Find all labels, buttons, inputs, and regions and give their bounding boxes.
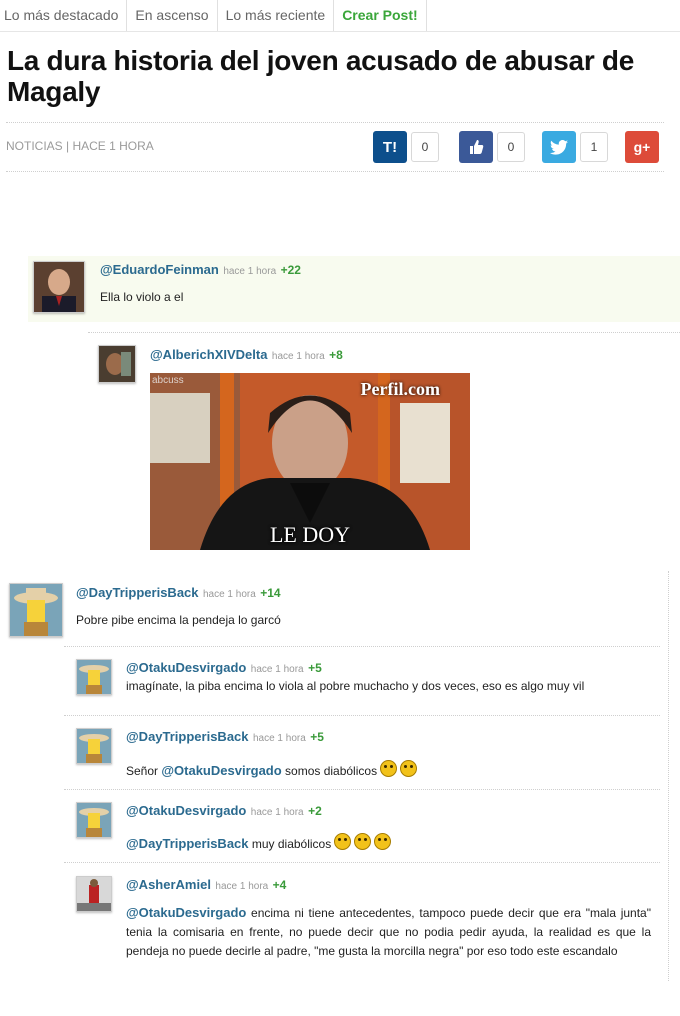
comment-text: Señor @OtakuDesvirgado somos diabólicos [126,760,418,781]
mention-link[interactable]: @OtakuDesvirgado [126,905,246,920]
timestamp: hace 1 hora [215,881,269,892]
tab-crear-post[interactable]: Crear Post! [334,0,427,31]
comment-header: @AlberichXIVDelta hace 1 hora +8 [150,346,343,364]
avatar[interactable] [9,583,63,637]
devil-emoji-icon [380,760,398,777]
like-share[interactable]: 0 [459,130,525,164]
timestamp: hace 1 hora [252,733,306,744]
avatar[interactable] [76,728,112,764]
avatar[interactable] [33,261,85,313]
taringa-icon: T! [373,131,407,163]
timestamp: hace 1 hora [202,589,256,600]
divider [64,646,660,647]
devil-emoji-icon [334,833,352,850]
comment-text: imagínate, la piba encima lo viola al po… [126,679,585,693]
comment-header: @OtakuDesvirgado hace 1 hora +2 [126,802,322,820]
username-link[interactable]: @AlberichXIVDelta [150,347,267,362]
score: +14 [260,586,281,600]
timestamp: hace 1 hora [271,351,325,362]
score: +5 [308,661,322,675]
divider [88,332,680,333]
taringa-share[interactable]: T! 0 [373,130,439,164]
username-link[interactable]: @OtakuDesvirgado [126,660,246,675]
google-plus-share[interactable]: g+ [625,130,659,164]
devil-emoji-icon [374,833,392,850]
text-body: muy diabólicos [248,837,332,851]
twitter-share[interactable]: 1 [542,130,608,164]
timestamp: hace 1 hora [223,266,277,277]
tab-en-ascenso[interactable]: En ascenso [127,0,218,31]
mention-link[interactable]: @OtakuDesvirgado [161,763,281,778]
twitter-icon [542,131,576,163]
divider [64,789,660,790]
post-title: La dura historia del joven acusado de ab… [7,45,634,107]
top-tabs: Lo más destacado En ascenso Lo más recie… [0,0,680,32]
score: +2 [308,804,322,818]
comment-header: @DayTripperisBack hace 1 hora +14 [76,584,281,602]
devil-emoji-icon [354,833,372,850]
divider [64,862,660,863]
username-link[interactable]: @AsherAmiel [126,877,211,892]
timestamp: hace 1 hora [250,664,304,675]
image-corner-text: abcuss [152,375,184,386]
tab-reciente[interactable]: Lo más reciente [218,0,335,31]
thumbs-up-icon [459,131,493,163]
comment-text: @OtakuDesvirgado encima ni tiene anteced… [126,903,651,961]
comment-text: Ella lo violo a el [100,290,184,304]
share-count: 1 [580,132,608,162]
divider [6,171,664,172]
username-link[interactable]: @EduardoFeinman [100,262,219,277]
tab-destacado[interactable]: Lo más destacado [0,0,128,31]
image-watermark: Perfil.com [360,379,440,399]
image-caption: LE DOY [269,522,351,547]
text-prefix: Señor [126,764,162,778]
divider [668,571,669,981]
score: +5 [310,730,324,744]
avatar[interactable] [98,345,136,383]
avatar[interactable] [76,802,112,838]
share-count: 0 [411,132,439,162]
share-count: 0 [497,132,525,162]
comment-header: @AsherAmiel hace 1 hora +4 [126,876,286,894]
divider [64,715,660,716]
comment-text: @DayTripperisBack muy diabólicos [126,833,392,854]
divider [6,122,664,123]
text-body: somos diabólicos [281,764,378,778]
post-meta: NOTICIAS | HACE 1 HORA [6,139,154,153]
comment-header: @DayTripperisBack hace 1 hora +5 [126,728,324,746]
score: +22 [280,263,301,277]
comment-header: @OtakuDesvirgado hace 1 hora +5 [126,659,322,677]
username-link[interactable]: @DayTripperisBack [76,585,199,600]
avatar[interactable] [76,876,112,912]
score: +8 [329,348,343,362]
timestamp: hace 1 hora [250,807,304,818]
username-link[interactable]: @OtakuDesvirgado [126,803,246,818]
score: +4 [272,878,287,892]
google-plus-icon: g+ [625,131,659,163]
devil-emoji-icon [400,760,418,777]
comment-header: @EduardoFeinman hace 1 hora +22 [100,261,301,279]
avatar[interactable] [76,659,112,695]
username-link[interactable]: @DayTripperisBack [126,729,249,744]
mention-link[interactable]: @DayTripperisBack [126,836,249,851]
comment-text: Pobre pibe encima la pendeja lo garcó [76,613,281,627]
comment-image[interactable]: Perfil.com abcuss LE DOY [150,373,470,550]
